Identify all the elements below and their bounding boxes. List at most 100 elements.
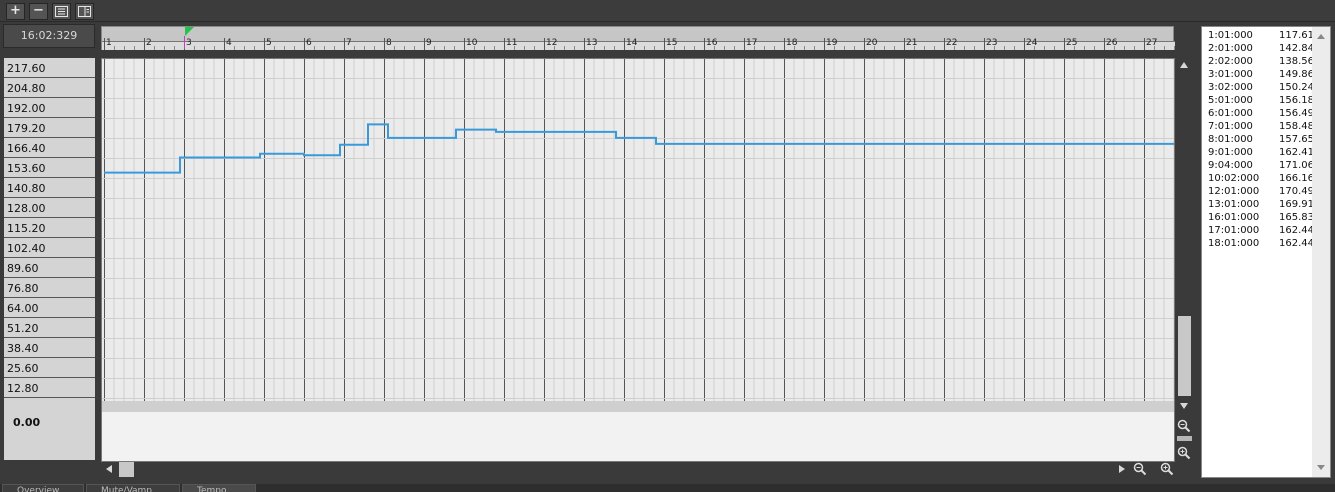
ruler-tick xyxy=(424,38,425,50)
ruler-subtick xyxy=(1094,46,1095,50)
ruler-subtick xyxy=(604,46,605,50)
ruler-subtick xyxy=(374,46,375,50)
ruler-bar-label: 25 xyxy=(1066,38,1078,48)
list-scroll-down-icon[interactable] xyxy=(1317,465,1325,470)
ruler-bar-label: 26 xyxy=(1106,38,1118,48)
ruler-tick xyxy=(1024,38,1025,50)
event-list-row[interactable]: 5:01:000 156.18 xyxy=(1208,95,1318,108)
ruler-subtick xyxy=(534,46,535,50)
panel-icon xyxy=(78,6,91,17)
y-axis-label: 153.60 xyxy=(4,158,95,178)
ruler-subtick xyxy=(314,46,315,50)
y-axis-label: 38.40 xyxy=(4,338,95,358)
event-list-row[interactable]: 10:02:000 166.16 xyxy=(1208,173,1318,186)
ruler-subtick xyxy=(364,46,365,50)
list-view-button[interactable] xyxy=(52,3,71,20)
event-value: 171.06 xyxy=(1279,160,1314,171)
panel-view-button[interactable] xyxy=(75,3,94,20)
ruler-subtick xyxy=(524,46,525,50)
ruler-subtick xyxy=(114,46,115,50)
y-axis-labels: 217.60 204.80 192.00 179.20 166.40 153.60 140.… xyxy=(4,58,95,460)
ruler-subtick xyxy=(1004,46,1005,50)
event-list-row[interactable]: 8:01:000 157.65 xyxy=(1208,134,1318,147)
tempo-graph[interactable] xyxy=(101,58,1175,462)
ruler-bar-label: 23 xyxy=(986,38,998,48)
event-list-scrollbar[interactable] xyxy=(1312,27,1330,477)
event-value: 156.18 xyxy=(1279,95,1314,106)
ruler-bar-label: 8 xyxy=(386,38,392,48)
y-axis-label: 64.00 xyxy=(4,298,95,318)
ruler-tick xyxy=(1104,38,1105,50)
time-display: 16:02:329 xyxy=(3,24,95,48)
scroll-right-icon[interactable] xyxy=(1119,465,1125,473)
ruler-tick xyxy=(144,38,145,50)
ruler-subtick xyxy=(394,46,395,50)
ruler-subtick xyxy=(494,46,495,50)
ruler-subtick xyxy=(654,46,655,50)
y-axis-label: 12.80 xyxy=(4,378,95,398)
ruler-subtick xyxy=(284,46,285,50)
vertical-zoom-slider[interactable] xyxy=(1177,436,1192,441)
remove-button[interactable]: − xyxy=(29,3,48,20)
event-time: 6:01:000 xyxy=(1208,108,1253,119)
zoom-out-vertical-icon[interactable] xyxy=(1177,419,1191,433)
ruler-subtick xyxy=(134,46,135,50)
event-list-row[interactable]: 13:01:000 169.91 xyxy=(1208,199,1318,212)
zero-band xyxy=(102,401,1174,412)
ruler-tick xyxy=(224,38,225,50)
event-list-row[interactable]: 16:01:000 165.83 xyxy=(1208,212,1318,225)
event-list-row[interactable]: 2:02:000 138.56 xyxy=(1208,56,1318,69)
zoom-in-horizontal-icon[interactable] xyxy=(1160,462,1174,476)
tab-tempo[interactable]: Tempo xyxy=(182,484,256,492)
ruler-subtick xyxy=(214,46,215,50)
tab-overview[interactable]: Overview xyxy=(2,484,84,492)
event-time: 17:01:000 xyxy=(1208,225,1260,236)
ruler-tick xyxy=(104,38,105,50)
event-list-row[interactable]: 6:01:000 156.49 xyxy=(1208,108,1318,121)
scroll-down-icon[interactable] xyxy=(1180,403,1188,409)
ruler-bar-label: 7 xyxy=(346,38,352,48)
event-time: 13:01:000 xyxy=(1208,199,1260,210)
event-list-row[interactable]: 1:01:000 117.61 xyxy=(1208,30,1318,43)
ruler-tick xyxy=(344,38,345,50)
ruler-bar-label: 10 xyxy=(466,38,478,48)
list-scroll-up-icon[interactable] xyxy=(1317,34,1325,39)
ruler-subtick xyxy=(574,46,575,50)
event-list-row[interactable]: 7:01:000 158.48 xyxy=(1208,121,1318,134)
zoom-out-horizontal-icon[interactable] xyxy=(1133,462,1147,476)
grid xyxy=(102,59,1174,401)
event-time: 16:01:000 xyxy=(1208,212,1260,223)
event-value: 170.49 xyxy=(1279,186,1314,197)
scroll-up-icon[interactable] xyxy=(1180,62,1188,68)
add-button[interactable]: + xyxy=(6,3,25,20)
event-list-row[interactable]: 3:02:000 150.24 xyxy=(1208,82,1318,95)
event-list-row[interactable]: 2:01:000 142.84 xyxy=(1208,43,1318,56)
event-value: 162.44 xyxy=(1279,225,1314,236)
ruler-bar-label: 20 xyxy=(866,38,878,48)
horizontal-scrollbar[interactable] xyxy=(101,462,1131,476)
horizontal-scroll-thumb[interactable] xyxy=(119,462,134,477)
ruler-tick xyxy=(864,38,865,50)
zoom-in-vertical-icon[interactable] xyxy=(1177,446,1191,460)
ruler-tick xyxy=(944,38,945,50)
ruler-subtick xyxy=(164,46,165,50)
vertical-scroll-thumb[interactable] xyxy=(1178,316,1191,396)
tempo-graph-svg xyxy=(102,59,1174,461)
event-list-row[interactable]: 18:01:000 162.44 xyxy=(1208,238,1318,251)
tab-mute-vamp[interactable]: Mute/Vamp xyxy=(86,484,180,492)
ruler-subtick xyxy=(764,46,765,50)
event-list-row[interactable]: 9:01:000 162.41 xyxy=(1208,147,1318,160)
ruler-tick xyxy=(704,38,705,50)
event-list-row[interactable]: 9:04:000 171.06 xyxy=(1208,160,1318,173)
event-value: 157.65 xyxy=(1279,134,1314,145)
bar-ruler[interactable]: 1 2 3 4 5 6 7 8 9 10 11 12 13 14 15 16 17 18 19 20 21 22 23 24 2… xyxy=(101,26,1175,50)
event-value: 142.84 xyxy=(1279,43,1314,54)
ruler-bar-label: 14 xyxy=(626,38,638,48)
playhead-marker[interactable] xyxy=(185,27,194,36)
event-list-row[interactable]: 17:01:000 162.44 xyxy=(1208,225,1318,238)
scroll-left-icon[interactable] xyxy=(106,465,112,473)
ruler-tick xyxy=(264,38,265,50)
event-list-row[interactable]: 3:01:000 149.86 xyxy=(1208,69,1318,82)
event-list-row[interactable]: 12:01:000 170.49 xyxy=(1208,186,1318,199)
ruler-subtick xyxy=(564,46,565,50)
